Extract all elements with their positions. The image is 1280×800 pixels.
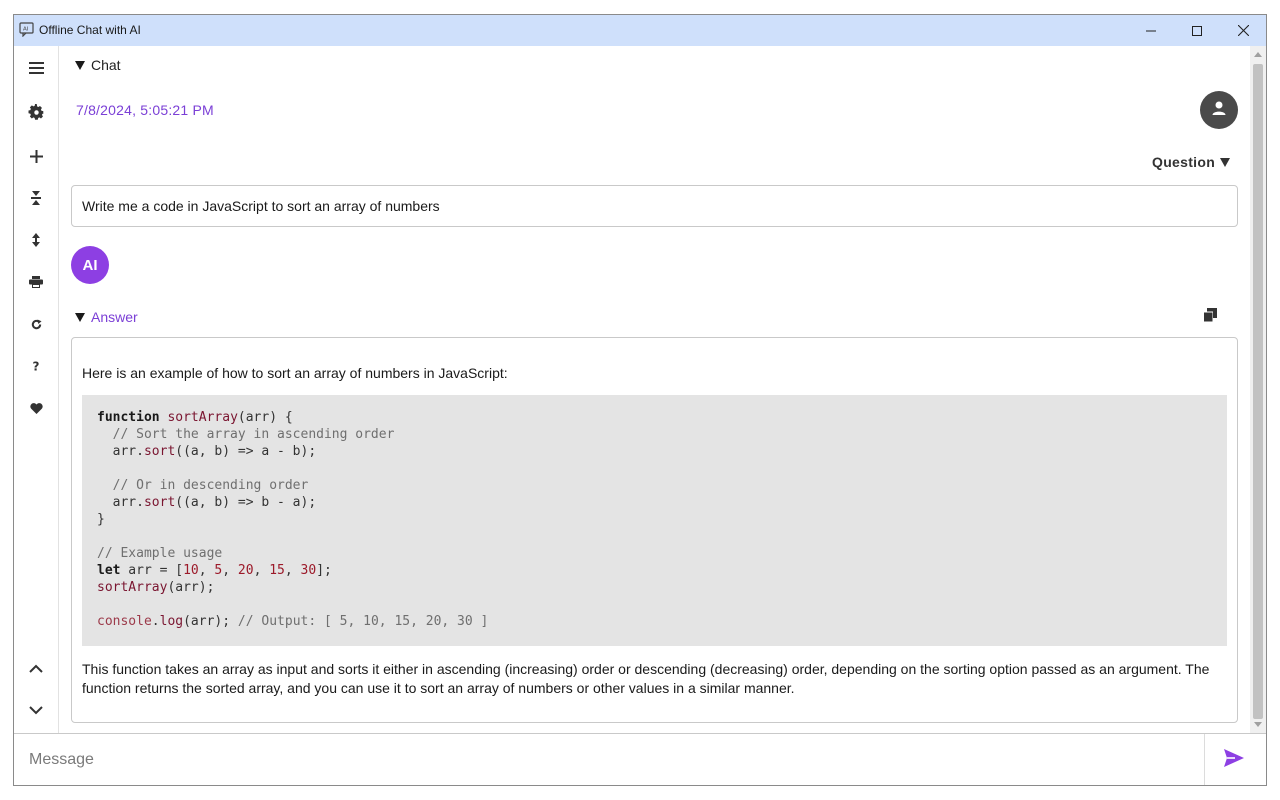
menu-button[interactable] (22, 54, 50, 82)
chat-header-label: Chat (91, 57, 121, 73)
scroll-down-arrow-icon[interactable] (1254, 722, 1262, 727)
code-line: } (97, 512, 105, 527)
answer-toggle[interactable]: Answer (75, 309, 138, 325)
expand-icon (31, 232, 41, 248)
code-line: let arr = [10, 5, 20, 15, 30]; (97, 563, 332, 578)
print-button[interactable] (22, 268, 50, 296)
answer-outro-text: This function takes an array as input an… (82, 661, 1210, 696)
chat-section-toggle[interactable]: Chat (75, 57, 121, 73)
send-button[interactable] (1222, 748, 1246, 772)
svg-text:?: ? (33, 360, 40, 372)
refresh-button[interactable] (22, 310, 50, 338)
chat-area: Chat 7/8/2024, 5:05:21 PM Question Write… (60, 46, 1250, 733)
scroll-up-arrow-icon[interactable] (1254, 52, 1262, 57)
triangle-down-icon (1220, 157, 1231, 167)
favorite-button[interactable] (22, 394, 50, 422)
copy-icon (1203, 307, 1217, 327)
minimize-button[interactable] (1128, 15, 1174, 46)
chat-ai-icon: AI (19, 22, 34, 38)
code-block: function sortArray(arr) { // Sort the ar… (82, 395, 1227, 646)
question-toggle[interactable]: Question (1152, 154, 1231, 170)
answer-label: Answer (91, 309, 138, 325)
copy-button[interactable] (1201, 307, 1219, 327)
user-avatar (1200, 91, 1238, 129)
maximize-button[interactable] (1174, 15, 1220, 46)
app-window: AI Offline Chat with AI ? Chat 7/8/2024,… (13, 14, 1267, 786)
vertical-scrollbar[interactable] (1250, 46, 1266, 733)
message-timestamp: 7/8/2024, 5:05:21 PM (76, 102, 214, 118)
collapse-icon (31, 190, 41, 206)
sidebar: ? (14, 46, 59, 733)
triangle-down-icon (75, 60, 85, 70)
code-line: function sortArray(arr) { (97, 410, 293, 425)
answer-intro-text: Here is an example of how to sort an arr… (82, 365, 508, 381)
plus-icon (29, 149, 43, 163)
close-button[interactable] (1220, 15, 1266, 46)
ai-avatar: AI (71, 246, 109, 284)
answer-bubble: Here is an example of how to sort an arr… (71, 337, 1238, 723)
code-line: console.log(arr); // Output: [ 5, 10, 15… (97, 614, 489, 629)
code-line: arr.sort((a, b) => b - a); (97, 495, 317, 510)
menu-icon (28, 62, 44, 74)
scroll-bottom-button[interactable] (22, 696, 50, 724)
refresh-icon (31, 318, 42, 330)
gear-icon (28, 103, 45, 121)
triangle-down-icon (75, 312, 85, 322)
collapse-all-button[interactable] (22, 184, 50, 212)
code-line: arr.sort((a, b) => a - b); (97, 444, 317, 459)
new-chat-button[interactable] (22, 142, 50, 170)
code-line: // Example usage (97, 546, 223, 561)
expand-all-button[interactable] (22, 226, 50, 254)
send-icon (1223, 748, 1245, 773)
scroll-top-button[interactable] (22, 654, 50, 682)
minimize-icon (1146, 26, 1156, 36)
code-line: // Or in descending order (112, 478, 309, 493)
help-icon: ? (32, 360, 40, 372)
window-title: Offline Chat with AI (39, 23, 141, 37)
user-icon (1211, 100, 1227, 121)
scrollbar-thumb[interactable] (1253, 64, 1263, 719)
chevron-down-icon (29, 705, 43, 715)
settings-button[interactable] (22, 98, 50, 126)
message-bar (14, 733, 1266, 785)
chevron-up-icon (29, 664, 43, 673)
code-line: // Sort the array in ascending order (112, 427, 395, 442)
close-icon (1237, 25, 1249, 36)
code-line: sortArray(arr); (97, 580, 215, 595)
help-button[interactable]: ? (22, 352, 50, 380)
svg-text:AI: AI (23, 27, 29, 33)
question-label: Question (1152, 154, 1216, 170)
heart-icon (29, 402, 43, 414)
message-input[interactable] (14, 734, 1205, 785)
maximize-icon (1192, 25, 1202, 36)
print-icon (29, 276, 43, 288)
title-bar: AI Offline Chat with AI (14, 15, 1266, 46)
question-bubble: Write me a code in JavaScript to sort an… (71, 185, 1238, 227)
